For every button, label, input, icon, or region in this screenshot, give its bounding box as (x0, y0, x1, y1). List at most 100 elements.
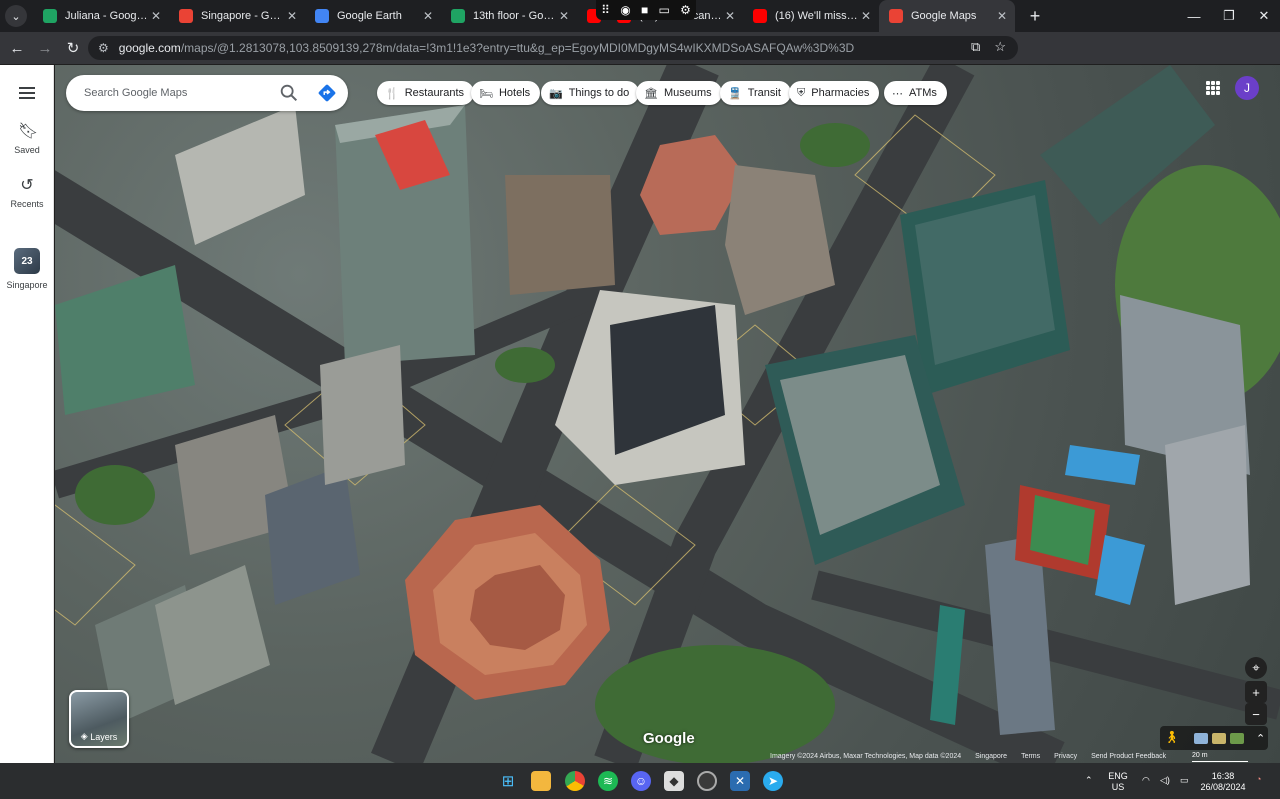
clock[interactable]: 16:38 26/08/2024 (1198, 771, 1248, 793)
windows-taskbar: ⊞ ≋ ☺ ◆ ✕ ➤ ⌃ ENG US ◠ ◁) ▭ 16:38 26/08/… (0, 763, 1280, 799)
region-link[interactable]: Singapore (975, 753, 1007, 763)
browser-tab[interactable]: (16) We'll miss you, Ka✕ (743, 0, 879, 32)
terrain-thumb-icon[interactable] (1212, 732, 1226, 744)
reload-button[interactable]: ↻ (60, 35, 86, 61)
recents-label: Recents (10, 199, 44, 209)
search-icon[interactable] (278, 82, 300, 104)
chip-transit[interactable]: 🚆 Transit (720, 81, 791, 105)
language-code: ENG (1108, 771, 1128, 781)
tab-close-icon[interactable]: ✕ (557, 9, 571, 23)
privacy-link[interactable]: Privacy (1054, 753, 1077, 763)
zoom-in-button[interactable]: + (1245, 681, 1267, 703)
scale-bar[interactable]: 20 m (1192, 752, 1248, 762)
tab-close-icon[interactable]: ✕ (723, 9, 737, 23)
directions-icon[interactable] (316, 82, 338, 104)
tab-close-icon[interactable]: ✕ (149, 9, 163, 23)
chip-label: ATMs (909, 87, 937, 99)
close-window-button[interactable]: ✕ (1246, 0, 1280, 32)
minimize-button[interactable]: — (1176, 0, 1212, 32)
chip-things-to-do[interactable]: 📷 Things to do (541, 81, 640, 105)
wifi-icon[interactable]: ◠ (1142, 775, 1150, 786)
battery-icon[interactable]: ▭ (1180, 775, 1189, 786)
chip-label: Hotels (498, 87, 531, 99)
drag-handle-icon[interactable]: ⠿ (601, 3, 610, 17)
notification-bell-icon[interactable]: ◔ (1256, 774, 1261, 785)
map-mini-toolbar: 🚶︎ ⌃ (1160, 726, 1268, 750)
map-attribution: Imagery ©2024 Airbus, Maxar Technologies… (770, 753, 1190, 763)
site-info-icon[interactable]: ⚙ (98, 41, 109, 55)
new-tab-button[interactable]: + (1023, 4, 1047, 28)
history-icon: ↺ (20, 177, 34, 194)
terms-link[interactable]: Terms (1021, 753, 1040, 763)
chip-restaurants[interactable]: 🍴 Restaurants (377, 81, 475, 105)
chip-museums[interactable]: 🏛 Museums (636, 81, 722, 105)
search-input[interactable] (84, 87, 264, 99)
forward-button[interactable]: → (32, 35, 58, 61)
telegram-icon[interactable]: ➤ (763, 771, 783, 791)
saved-button[interactable]: 🔖︎ Saved (0, 123, 54, 155)
back-button[interactable]: ← (4, 35, 30, 61)
keyboard-region: US (1111, 782, 1125, 792)
youtube-icon (753, 9, 767, 23)
earth-icon (315, 9, 329, 23)
browser-tab[interactable]: Juliana - Google Drive✕ (33, 0, 169, 32)
my-location-icon[interactable]: ⌖ (1245, 657, 1267, 679)
layers-button[interactable]: ◈ Layers (69, 690, 129, 748)
pharmacy-icon: ⛨ (797, 86, 806, 99)
file-explorer-icon[interactable] (531, 771, 551, 791)
browser-tab[interactable]: Google Maps ✕ (879, 0, 1015, 32)
browser-tab[interactable]: Singapore - Google Maps✕ (169, 0, 305, 32)
browser-tab[interactable]: 13th floor - Google Drive✕ (441, 0, 577, 32)
chip-hotels[interactable]: 🛏 Hotels (471, 81, 541, 105)
tray-chevron-icon[interactable]: ⌃ (1085, 775, 1093, 786)
volume-icon[interactable]: ◁) (1160, 775, 1170, 786)
gear-icon[interactable]: ⚙ (680, 3, 691, 17)
map-type-thumb-icon[interactable] (1194, 732, 1208, 744)
tab-title: Google Earth (337, 10, 402, 22)
recent-place-singapore[interactable]: 23 Singapore (0, 248, 54, 290)
chip-label: Things to do (568, 87, 630, 99)
window-icon[interactable]: ▭ (658, 3, 669, 17)
search-box (66, 75, 348, 111)
menu-hamburger-icon[interactable] (19, 87, 35, 99)
chrome-icon[interactable] (565, 771, 585, 791)
install-app-icon[interactable]: ⧉ (971, 39, 980, 55)
expand-chevron-icon[interactable]: ⌃ (1256, 732, 1265, 745)
bookmark-star-icon[interactable]: ☆ (994, 39, 1006, 55)
discord-icon[interactable]: ☺ (631, 771, 651, 791)
satellite-map[interactable] (55, 65, 1280, 763)
app-icon[interactable]: ◆ (664, 771, 684, 791)
screen-capture-toolbar: ⠿ ◉ ■ ▭ ⚙ (596, 0, 696, 20)
address-bar[interactable]: ⚙ google.com /maps/@1.2813078,103.850913… (88, 36, 1018, 60)
camera-icon[interactable]: ◉ (620, 3, 630, 17)
browser-tab[interactable]: Google Earth ✕ (305, 0, 441, 32)
tab-close-icon[interactable]: ✕ (859, 9, 873, 23)
saved-label: Saved (14, 145, 40, 155)
tab-title: 13th floor - Google Drive (473, 10, 557, 22)
restore-button[interactable]: ❐ (1211, 0, 1247, 32)
pegman-icon[interactable]: 🚶︎ (1164, 730, 1179, 746)
account-avatar[interactable]: J (1235, 76, 1259, 100)
obs-icon[interactable] (697, 771, 717, 791)
video-icon[interactable]: ■ (641, 3, 648, 17)
tab-title: Google Maps (911, 10, 977, 22)
chip-pharmacies[interactable]: ⛨ Pharmacies (789, 81, 880, 105)
feedback-link[interactable]: Send Product Feedback (1091, 753, 1166, 763)
clock-date: 26/08/2024 (1200, 782, 1246, 792)
chip-atms[interactable]: ⋯ ATMs (884, 81, 947, 105)
imagery-credit: Imagery ©2024 Airbus, Maxar Technologies… (770, 753, 962, 760)
chip-label: Restaurants (404, 87, 465, 99)
tab-close-icon[interactable]: ✕ (995, 9, 1009, 23)
recents-button[interactable]: ↺ Recents (0, 177, 54, 209)
imagery-thumb-icon[interactable] (1230, 732, 1244, 744)
tools-icon[interactable]: ✕ (730, 771, 750, 791)
tab-close-icon[interactable]: ✕ (421, 9, 435, 23)
tab-search-chevron-icon[interactable]: ⌄ (5, 5, 27, 27)
spotify-icon[interactable]: ≋ (598, 771, 618, 791)
google-apps-icon[interactable] (1206, 81, 1220, 95)
train-icon: 🚆 (728, 87, 742, 100)
windows-start-icon[interactable]: ⊞ (498, 771, 518, 791)
language-indicator[interactable]: ENG US (1106, 771, 1130, 793)
zoom-out-button[interactable]: − (1245, 703, 1267, 725)
tab-close-icon[interactable]: ✕ (285, 9, 299, 23)
